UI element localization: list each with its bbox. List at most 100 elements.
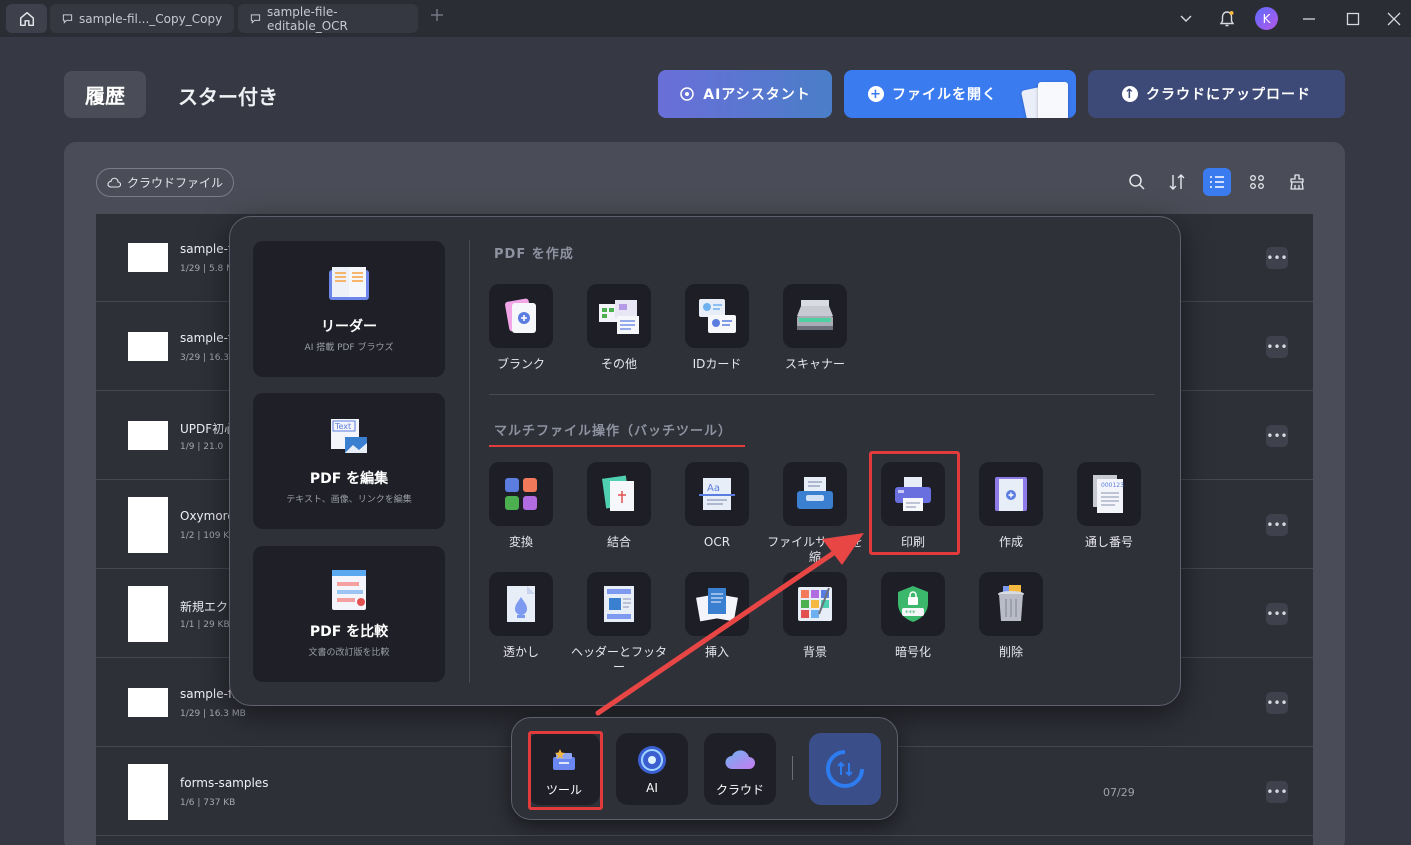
- more-options-button[interactable]: •••: [1266, 425, 1288, 447]
- maximize-button[interactable]: [1342, 8, 1364, 30]
- tool-label: IDカード: [692, 357, 742, 371]
- cloud-files-chip[interactable]: クラウドファイル: [96, 168, 234, 197]
- open-file-button[interactable]: + ファイルを開く: [844, 70, 1076, 118]
- ai-orb-icon: [638, 746, 666, 774]
- file-meta: 1/9 | 21.0: [180, 442, 224, 452]
- broom-icon: [1290, 174, 1304, 190]
- dock-sync-button[interactable]: [809, 733, 881, 805]
- tool-label: 挿入: [704, 645, 729, 659]
- file-meta: 1/29 | 5.8 M: [180, 264, 234, 274]
- tab-label: sample-file-editable_OCR: [266, 4, 348, 33]
- minimize-icon: [1303, 18, 1315, 20]
- tool-id-card[interactable]: [685, 284, 749, 348]
- tab-starred[interactable]: スター付き: [178, 81, 278, 110]
- more-options-button[interactable]: •••: [1266, 336, 1288, 358]
- tool-create[interactable]: [979, 462, 1043, 526]
- search-icon: [1129, 174, 1145, 190]
- tool-label: スキャナー: [784, 357, 845, 371]
- insert-pages-icon: [696, 588, 738, 622]
- plus-circle-icon: +: [868, 86, 884, 102]
- compare-pdf-card[interactable]: PDF を比較 文書の改訂版を比較: [253, 546, 445, 682]
- tool-label: 通し番号: [1084, 535, 1133, 549]
- chevron-down-icon: [1180, 15, 1192, 22]
- svg-text:Text: Text: [334, 422, 351, 431]
- edit-text-icon: Text: [331, 419, 367, 453]
- edit-pdf-card[interactable]: Text PDF を編集 テキスト、画像、リンクを編集: [253, 393, 445, 529]
- tool-ocr[interactable]: Aa: [685, 462, 749, 526]
- watermark-icon: [507, 586, 535, 622]
- compress-tray-icon: [797, 477, 833, 509]
- tool-scanner[interactable]: [783, 284, 847, 348]
- more-options-button[interactable]: •••: [1266, 781, 1288, 803]
- list-view-button[interactable]: [1203, 168, 1231, 196]
- new-tab-button[interactable]: [430, 6, 444, 27]
- tool-other[interactable]: [587, 284, 651, 348]
- file-thumbnail: [128, 497, 168, 553]
- more-options-button[interactable]: •••: [1266, 692, 1288, 714]
- book-icon: [329, 267, 369, 300]
- file-name: 新規エク: [180, 600, 229, 614]
- card-subtitle: AI 搭載 PDF ブラウズ: [304, 343, 394, 353]
- reader-card[interactable]: リーダー AI 搭載 PDF ブラウズ: [253, 241, 445, 377]
- file-thumbnail: [128, 332, 168, 361]
- tool-convert[interactable]: [489, 462, 553, 526]
- tool-label: 作成: [998, 535, 1023, 549]
- tool-bates-numbering[interactable]: 000123: [1077, 462, 1141, 526]
- close-icon: [1387, 12, 1401, 26]
- tool-combine[interactable]: [587, 462, 651, 526]
- sort-button[interactable]: [1163, 168, 1191, 196]
- dock-ai-button[interactable]: AI: [616, 733, 688, 805]
- tool-encrypt[interactable]: ***: [881, 572, 945, 636]
- clear-history-button[interactable]: [1283, 168, 1311, 196]
- tab-document-2[interactable]: sample-file-editable_OCR: [238, 4, 418, 33]
- tool-label: その他: [600, 357, 637, 371]
- tool-label: ヘッダーとフッター: [570, 645, 667, 674]
- tool-delete[interactable]: [979, 572, 1043, 636]
- file-meta: 3/29 | 16.3: [180, 353, 230, 363]
- comment-icon: [62, 14, 73, 24]
- paper-stack-icon: [1020, 80, 1074, 118]
- notification-button[interactable]: [1216, 8, 1238, 30]
- dock-cloud-button[interactable]: クラウド: [704, 733, 776, 805]
- cloud-upload-button[interactable]: ↑ クラウドにアップロード: [1088, 70, 1345, 118]
- tool-label: 透かし: [502, 645, 539, 659]
- tool-insert[interactable]: [685, 572, 749, 636]
- cloud-icon: [725, 750, 755, 769]
- tab-document-1[interactable]: sample-fil..._Copy_Copy: [50, 4, 234, 33]
- tabs-dropdown-button[interactable]: [1175, 8, 1197, 30]
- header-footer-icon: [604, 586, 634, 622]
- more-options-button[interactable]: •••: [1266, 603, 1288, 625]
- avatar[interactable]: K: [1255, 7, 1278, 30]
- comment-icon: [250, 14, 261, 24]
- ocr-icon: Aa: [699, 478, 735, 510]
- ai-assistant-button[interactable]: AIアシスタント: [658, 70, 832, 118]
- ai-assistant-label: AIアシスタント: [703, 87, 811, 103]
- shield-lock-icon: ***: [898, 586, 928, 622]
- tab-history[interactable]: 履歴: [64, 71, 146, 118]
- tool-blank[interactable]: [489, 284, 553, 348]
- dock-divider: [792, 756, 793, 780]
- minimize-button[interactable]: [1298, 8, 1320, 30]
- tool-compress[interactable]: [783, 462, 847, 526]
- more-options-button[interactable]: •••: [1266, 247, 1288, 269]
- svg-text:***: ***: [905, 609, 916, 617]
- tool-background[interactable]: [783, 572, 847, 636]
- combine-icon: [602, 475, 634, 511]
- file-thumbnail: [128, 243, 168, 272]
- annotation-highlight-tools: [528, 731, 603, 810]
- tool-label: 背景: [802, 645, 827, 659]
- tool-watermark[interactable]: [489, 572, 553, 636]
- search-button[interactable]: [1123, 168, 1151, 196]
- title-bar: sample-fil..._Copy_Copy sample-file-edit…: [0, 0, 1411, 37]
- more-options-button[interactable]: •••: [1266, 514, 1288, 536]
- grid-view-button[interactable]: [1243, 168, 1271, 196]
- file-thumbnail: [128, 586, 168, 642]
- tool-label: 結合: [606, 535, 631, 549]
- tool-header-footer[interactable]: [587, 572, 651, 636]
- tool-label: ファイルサイズを縮: [767, 535, 863, 564]
- close-button[interactable]: [1383, 8, 1405, 30]
- svg-text:000123: 000123: [1101, 482, 1124, 489]
- numbering-icon: 000123: [1093, 475, 1124, 513]
- open-file-label: ファイルを開く: [892, 87, 997, 103]
- home-button[interactable]: [6, 4, 47, 33]
